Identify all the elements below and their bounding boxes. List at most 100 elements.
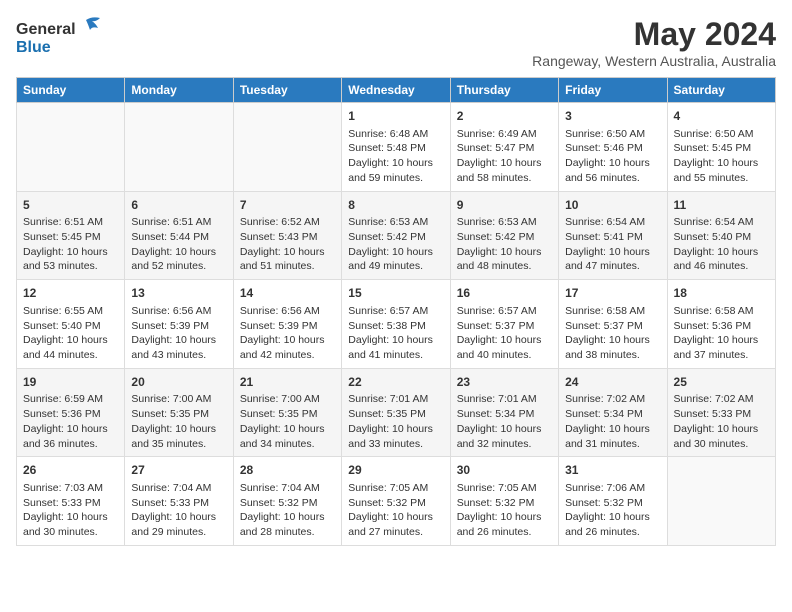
logo-blue: Blue xyxy=(16,39,51,57)
day-info: Sunset: 5:33 PM xyxy=(131,496,226,511)
day-info: Sunrise: 6:57 AM xyxy=(457,304,552,319)
day-info: and 34 minutes. xyxy=(240,437,335,452)
day-info: and 48 minutes. xyxy=(457,259,552,274)
logo-general: General xyxy=(16,21,76,39)
day-number: 6 xyxy=(131,197,226,214)
day-info: Daylight: 10 hours xyxy=(348,510,443,525)
day-info: and 43 minutes. xyxy=(131,348,226,363)
day-cell xyxy=(667,457,775,546)
day-number: 5 xyxy=(23,197,118,214)
day-cell: 27Sunrise: 7:04 AMSunset: 5:33 PMDayligh… xyxy=(125,457,233,546)
day-info: Daylight: 10 hours xyxy=(348,422,443,437)
day-info: and 26 minutes. xyxy=(565,525,660,540)
day-cell: 10Sunrise: 6:54 AMSunset: 5:41 PMDayligh… xyxy=(559,191,667,280)
day-info: and 40 minutes. xyxy=(457,348,552,363)
day-number: 15 xyxy=(348,285,443,302)
day-info: and 47 minutes. xyxy=(565,259,660,274)
day-info: Sunset: 5:32 PM xyxy=(565,496,660,511)
day-info: and 46 minutes. xyxy=(674,259,769,274)
day-info: and 26 minutes. xyxy=(457,525,552,540)
day-info: Sunset: 5:41 PM xyxy=(565,230,660,245)
day-info: Sunrise: 7:00 AM xyxy=(131,392,226,407)
day-info: Sunset: 5:33 PM xyxy=(23,496,118,511)
day-info: Daylight: 10 hours xyxy=(348,333,443,348)
day-info: Sunrise: 7:02 AM xyxy=(674,392,769,407)
day-cell: 24Sunrise: 7:02 AMSunset: 5:34 PMDayligh… xyxy=(559,368,667,457)
day-number: 19 xyxy=(23,374,118,391)
day-info: Daylight: 10 hours xyxy=(565,156,660,171)
day-cell: 9Sunrise: 6:53 AMSunset: 5:42 PMDaylight… xyxy=(450,191,558,280)
day-info: and 38 minutes. xyxy=(565,348,660,363)
day-info: Daylight: 10 hours xyxy=(565,245,660,260)
header-sunday: Sunday xyxy=(17,78,125,103)
header-thursday: Thursday xyxy=(450,78,558,103)
day-info: and 31 minutes. xyxy=(565,437,660,452)
week-row-4: 26Sunrise: 7:03 AMSunset: 5:33 PMDayligh… xyxy=(17,457,776,546)
day-info: Sunrise: 7:05 AM xyxy=(348,481,443,496)
day-cell: 3Sunrise: 6:50 AMSunset: 5:46 PMDaylight… xyxy=(559,103,667,192)
day-number: 12 xyxy=(23,285,118,302)
day-cell: 14Sunrise: 6:56 AMSunset: 5:39 PMDayligh… xyxy=(233,280,341,369)
day-info: Daylight: 10 hours xyxy=(457,333,552,348)
day-info: and 59 minutes. xyxy=(348,171,443,186)
day-info: Daylight: 10 hours xyxy=(674,422,769,437)
day-info: and 55 minutes. xyxy=(674,171,769,186)
day-info: Sunset: 5:48 PM xyxy=(348,141,443,156)
day-cell: 8Sunrise: 6:53 AMSunset: 5:42 PMDaylight… xyxy=(342,191,450,280)
day-info: and 37 minutes. xyxy=(674,348,769,363)
day-cell: 11Sunrise: 6:54 AMSunset: 5:40 PMDayligh… xyxy=(667,191,775,280)
day-number: 20 xyxy=(131,374,226,391)
day-cell xyxy=(17,103,125,192)
day-cell: 1Sunrise: 6:48 AMSunset: 5:48 PMDaylight… xyxy=(342,103,450,192)
day-info: Sunset: 5:36 PM xyxy=(674,319,769,334)
header-friday: Friday xyxy=(559,78,667,103)
day-info: and 29 minutes. xyxy=(131,525,226,540)
day-info: Daylight: 10 hours xyxy=(565,510,660,525)
header-monday: Monday xyxy=(125,78,233,103)
day-cell: 20Sunrise: 7:00 AMSunset: 5:35 PMDayligh… xyxy=(125,368,233,457)
day-info: and 53 minutes. xyxy=(23,259,118,274)
day-cell: 17Sunrise: 6:58 AMSunset: 5:37 PMDayligh… xyxy=(559,280,667,369)
day-number: 29 xyxy=(348,462,443,479)
day-info: Daylight: 10 hours xyxy=(457,510,552,525)
day-info: Sunrise: 7:04 AM xyxy=(240,481,335,496)
day-info: Daylight: 10 hours xyxy=(674,156,769,171)
day-number: 27 xyxy=(131,462,226,479)
day-info: Sunset: 5:35 PM xyxy=(131,407,226,422)
day-info: Daylight: 10 hours xyxy=(348,245,443,260)
day-number: 28 xyxy=(240,462,335,479)
day-info: Sunset: 5:40 PM xyxy=(674,230,769,245)
day-info: Sunset: 5:33 PM xyxy=(674,407,769,422)
day-info: Sunset: 5:45 PM xyxy=(674,141,769,156)
week-row-3: 19Sunrise: 6:59 AMSunset: 5:36 PMDayligh… xyxy=(17,368,776,457)
day-cell: 23Sunrise: 7:01 AMSunset: 5:34 PMDayligh… xyxy=(450,368,558,457)
day-info: and 51 minutes. xyxy=(240,259,335,274)
day-info: Sunrise: 6:59 AM xyxy=(23,392,118,407)
day-info: Sunrise: 6:51 AM xyxy=(23,215,118,230)
day-info: Sunrise: 6:49 AM xyxy=(457,127,552,142)
day-info: Daylight: 10 hours xyxy=(565,422,660,437)
day-info: Sunrise: 6:54 AM xyxy=(674,215,769,230)
day-cell: 13Sunrise: 6:56 AMSunset: 5:39 PMDayligh… xyxy=(125,280,233,369)
day-info: and 33 minutes. xyxy=(348,437,443,452)
logo: General Blue xyxy=(16,16,102,57)
day-info: and 58 minutes. xyxy=(457,171,552,186)
header-saturday: Saturday xyxy=(667,78,775,103)
day-cell: 12Sunrise: 6:55 AMSunset: 5:40 PMDayligh… xyxy=(17,280,125,369)
day-info: Sunset: 5:35 PM xyxy=(348,407,443,422)
day-info: and 52 minutes. xyxy=(131,259,226,274)
day-info: Sunrise: 6:55 AM xyxy=(23,304,118,319)
week-row-1: 5Sunrise: 6:51 AMSunset: 5:45 PM Daylight… xyxy=(17,191,776,280)
day-number: 25 xyxy=(674,374,769,391)
day-info: Sunrise: 7:06 AM xyxy=(565,481,660,496)
day-info: Sunset: 5:45 PM xyxy=(23,230,118,245)
day-number: 22 xyxy=(348,374,443,391)
page-header: General Blue May 2024 Rangeway, Western … xyxy=(16,16,776,69)
day-info: Daylight: 10 hours xyxy=(131,245,226,260)
day-cell: 6Sunrise: 6:51 AMSunset: 5:44 PMDaylight… xyxy=(125,191,233,280)
day-cell: 22Sunrise: 7:01 AMSunset: 5:35 PMDayligh… xyxy=(342,368,450,457)
day-number: 16 xyxy=(457,285,552,302)
day-number: 11 xyxy=(674,197,769,214)
day-info: Sunrise: 6:52 AM xyxy=(240,215,335,230)
day-cell: 30Sunrise: 7:05 AMSunset: 5:32 PMDayligh… xyxy=(450,457,558,546)
